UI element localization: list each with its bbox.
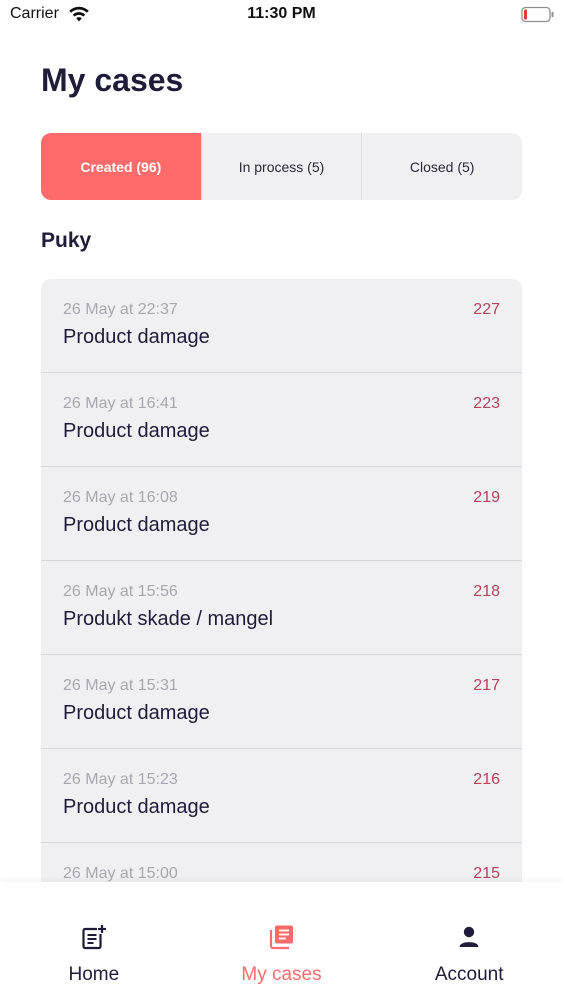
tab-in-process[interactable]: In process (5) xyxy=(200,133,362,200)
case-row[interactable]: 26 May at 15:31 217 Product damage xyxy=(41,655,522,749)
case-date: 26 May at 16:08 xyxy=(63,489,178,506)
case-date: 26 May at 15:56 xyxy=(63,583,178,600)
status-bar: Carrier 11:30 PM xyxy=(0,0,563,30)
case-title: Product damage xyxy=(63,796,210,818)
case-number: 218 xyxy=(473,583,500,600)
case-date: 26 May at 16:41 xyxy=(63,395,178,412)
case-row[interactable]: 26 May at 15:56 218 Produkt skade / mang… xyxy=(41,561,522,655)
case-title: Product damage xyxy=(63,326,210,348)
case-date: 26 May at 15:23 xyxy=(63,771,178,788)
tab-bar-home[interactable]: Home xyxy=(0,882,188,1000)
case-row[interactable]: 26 May at 22:37 227 Product damage xyxy=(41,279,522,373)
case-number: 216 xyxy=(473,771,500,788)
case-date: 26 May at 15:00 xyxy=(63,865,178,882)
case-number: 219 xyxy=(473,489,500,506)
tab-bar-account[interactable]: Account xyxy=(375,882,563,1000)
page-title: My cases xyxy=(41,62,184,98)
case-title: Product damage xyxy=(63,702,210,724)
case-title: Product damage xyxy=(63,420,210,442)
case-title: Produkt skade / mangel xyxy=(63,608,274,630)
case-title: Product damage xyxy=(63,514,210,536)
bottom-tab-bar: Home My cases Account xyxy=(0,882,563,1000)
case-status-tabs: Created (96) In process (5) Closed (5) xyxy=(41,133,522,200)
cases-stack-icon xyxy=(269,925,293,950)
case-date: 26 May at 15:31 xyxy=(63,677,178,694)
tab-created[interactable]: Created (96) xyxy=(41,133,201,200)
tab-bar-my-cases[interactable]: My cases xyxy=(188,882,376,1000)
case-row[interactable]: 26 May at 16:41 223 Product damage xyxy=(41,373,522,467)
case-number: 223 xyxy=(473,395,500,412)
case-row[interactable]: 26 May at 16:08 219 Product damage xyxy=(41,467,522,561)
person-icon xyxy=(459,926,479,947)
case-list: 26 May at 22:37 227 Product damage 26 Ma… xyxy=(41,279,522,889)
add-note-icon xyxy=(82,924,107,950)
tab-bar-account-label: Account xyxy=(434,964,504,985)
case-number: 227 xyxy=(473,301,500,318)
case-number: 217 xyxy=(473,677,500,694)
battery-icon xyxy=(521,6,554,23)
tab-bar-my-cases-label: My cases xyxy=(241,964,322,985)
status-time: 11:30 PM xyxy=(247,5,316,22)
tab-bar-home-label: Home xyxy=(68,964,120,985)
tab-closed[interactable]: Closed (5) xyxy=(361,133,522,200)
section-title: Puky xyxy=(41,229,92,252)
case-date: 26 May at 22:37 xyxy=(63,301,178,318)
case-number: 215 xyxy=(473,865,500,882)
case-row[interactable]: 26 May at 15:23 216 Product damage xyxy=(41,749,522,843)
